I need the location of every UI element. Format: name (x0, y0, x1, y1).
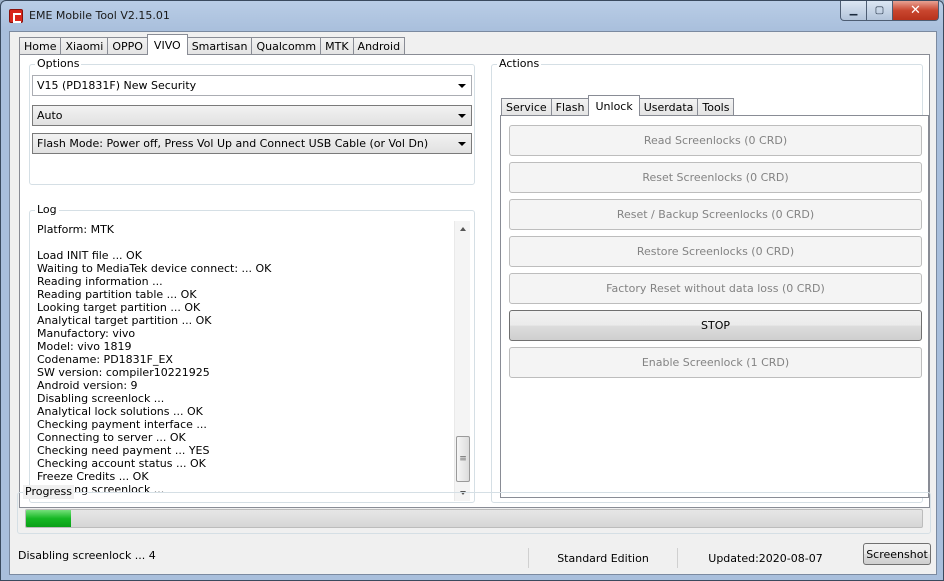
log-output[interactable]: Platform: MTK Load INIT file ... OK Waitin… (37, 223, 452, 498)
app-window: EME Mobile Tool V2.15.01 ▁ ▢ ✕ Home Xiaom… (0, 0, 944, 581)
unlock-tab-page: Read Screenlocks (0 CRD) Reset Screenlock… (500, 115, 929, 498)
progress-group: Progress (17, 485, 931, 534)
tab-oppo[interactable]: OPPO (107, 37, 148, 55)
arrow-up-icon (460, 227, 466, 231)
log-line: Manufactory: vivo (37, 327, 136, 340)
log-label: Log (35, 203, 59, 217)
stop-button[interactable]: STOP (509, 310, 922, 341)
close-button[interactable]: ✕ (893, 1, 939, 21)
vivo-tab-page: Options V15 (PD1831F) New Security Auto … (19, 54, 930, 508)
main-tab-strip: Home Xiaomi OPPO VIVO Smartisan Qualcomm MTK An… (19, 34, 406, 55)
options-group: Options V15 (PD1831F) New Security Auto … (29, 57, 475, 185)
status-bar: Disabling screenlock ... 4 Standard Edit… (11, 543, 935, 572)
chevron-down-icon (458, 114, 466, 118)
log-line: Waiting to MediaTek device connect: ... … (37, 262, 272, 275)
subtab-unlock[interactable]: Unlock (588, 95, 640, 116)
scroll-thumb[interactable]: ≡ (456, 436, 470, 482)
client-area: Home Xiaomi OPPO VIVO Smartisan Qualcomm MTK An… (9, 31, 937, 575)
log-group: Log Platform: MTK Load INIT file ... OK Wa… (29, 203, 475, 503)
edition-text: Standard Edition (557, 551, 649, 565)
log-line: Checking payment interface ... (37, 418, 207, 431)
app-logo-icon (9, 9, 23, 23)
log-line: Analytical target partition ... OK (37, 314, 212, 327)
mode-select[interactable]: Auto (32, 105, 472, 126)
edition-cell: Standard Edition (528, 548, 677, 568)
log-line: Platform: MTK (37, 223, 115, 236)
read-screenlocks-button[interactable]: Read Screenlocks (0 CRD) (509, 125, 922, 156)
log-line: Android version: 9 (37, 379, 138, 392)
enable-screenlock-button[interactable]: Enable Screenlock (1 CRD) (509, 347, 922, 378)
log-line: Checking account status ... OK (37, 457, 206, 470)
log-line: Reading partition table ... OK (37, 288, 197, 301)
screenshot-button[interactable]: Screenshot (863, 543, 931, 565)
log-line: Load INIT file ... OK (37, 249, 142, 262)
model-select[interactable]: V15 (PD1831F) New Security (32, 75, 472, 96)
chevron-down-icon (458, 142, 466, 146)
log-line: Reading information ... (37, 275, 163, 288)
log-line: Codename: PD1831F_EX (37, 353, 173, 366)
updated-text: Updated:2020-08-07 (708, 551, 823, 565)
progress-label: Progress (23, 485, 74, 499)
log-line: Connecting to server ... OK (37, 431, 186, 444)
progress-bar (25, 509, 923, 528)
tab-xiaomi[interactable]: Xiaomi (60, 37, 109, 55)
options-label: Options (35, 57, 82, 71)
subtab-flash[interactable]: Flash (550, 98, 590, 116)
status-text: Disabling screenlock ... 4 (18, 549, 156, 562)
model-select-value: V15 (PD1831F) New Security (37, 79, 197, 92)
log-line: Model: vivo 1819 (37, 340, 132, 353)
log-line: Freeze Credits ... OK (37, 470, 149, 483)
window-title: EME Mobile Tool V2.15.01 (29, 9, 170, 22)
reset-backup-screenlocks-button[interactable]: Reset / Backup Screenlocks (0 CRD) (509, 199, 922, 230)
progress-fill (26, 510, 71, 527)
subtab-tools[interactable]: Tools (697, 98, 735, 116)
tab-android[interactable]: Android (352, 37, 406, 55)
restore-screenlocks-button[interactable]: Restore Screenlocks (0 CRD) (509, 236, 922, 267)
tab-smartisan[interactable]: Smartisan (186, 37, 253, 55)
subtab-service[interactable]: Service (501, 98, 552, 116)
window-controls: ▁ ▢ ✕ (840, 1, 939, 21)
updated-cell: Updated:2020-08-07 (677, 548, 853, 568)
log-line: Looking target partition ... OK (37, 301, 201, 314)
title-bar[interactable]: EME Mobile Tool V2.15.01 ▁ ▢ ✕ (1, 1, 943, 31)
log-line: Disabling screenlock ... (37, 392, 165, 405)
maximize-button[interactable]: ▢ (867, 1, 893, 21)
reset-screenlocks-button[interactable]: Reset Screenlocks (0 CRD) (509, 162, 922, 193)
actions-tab-strip: Service Flash Unlock Userdata Tools (501, 95, 735, 116)
log-line: SW version: compiler10221925 (37, 366, 210, 379)
tab-qualcomm[interactable]: Qualcomm (251, 37, 322, 55)
flash-mode-select[interactable]: Flash Mode: Power off, Press Vol Up and … (32, 133, 472, 154)
tab-mtk[interactable]: MTK (320, 37, 354, 55)
scroll-up-button[interactable] (455, 221, 471, 237)
chevron-down-icon (458, 84, 466, 88)
mode-select-value: Auto (37, 109, 63, 122)
log-line: Analytical lock solutions ... OK (37, 405, 203, 418)
log-scrollbar[interactable]: ≡ (454, 221, 470, 501)
tab-vivo[interactable]: VIVO (146, 34, 188, 55)
factory-reset-without-data-loss-button[interactable]: Factory Reset without data loss (0 CRD) (509, 273, 922, 304)
grip-icon: ≡ (459, 454, 467, 464)
tab-home[interactable]: Home (19, 37, 62, 55)
flash-mode-select-value: Flash Mode: Power off, Press Vol Up and … (37, 137, 429, 150)
actions-label: Actions (497, 57, 542, 71)
minimize-button[interactable]: ▁ (840, 1, 867, 21)
log-line: Checking need payment ... YES (37, 444, 210, 457)
subtab-userdata[interactable]: Userdata (638, 98, 699, 116)
